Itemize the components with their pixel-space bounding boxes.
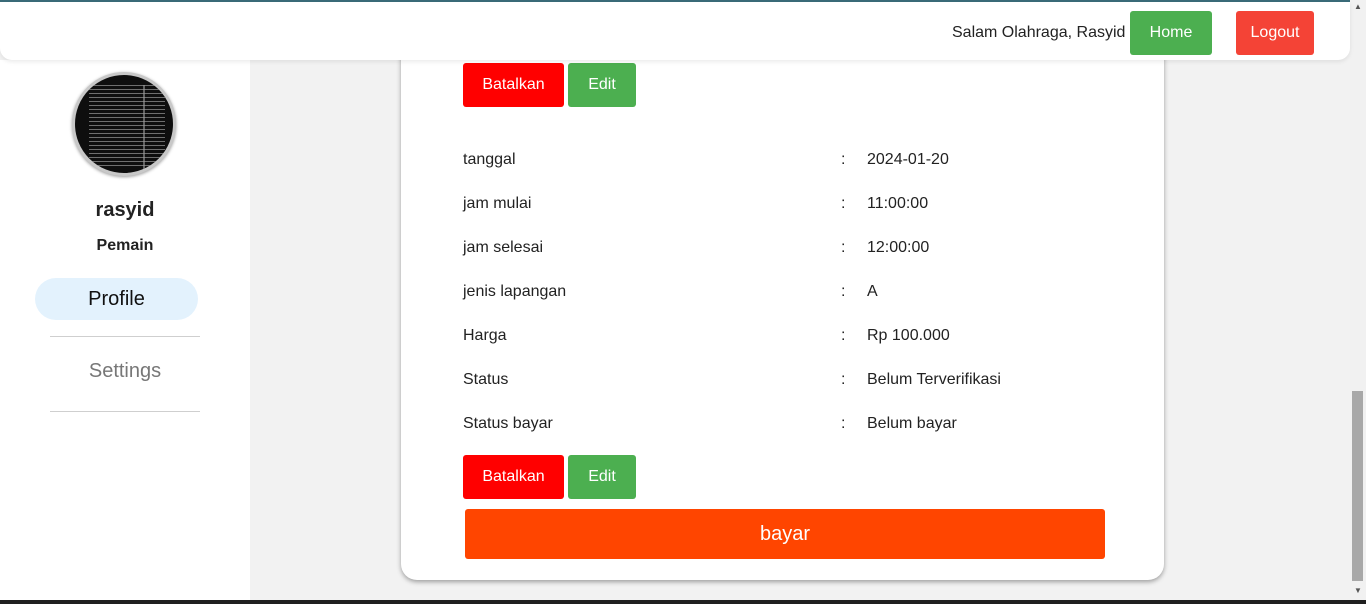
taskbar-edge xyxy=(0,600,1366,604)
detail-label: jenis lapangan xyxy=(463,283,567,300)
detail-row-status-bayar: Status bayar : Belum bayar xyxy=(463,415,1143,437)
vertical-scrollbar[interactable]: ▲ ▼ xyxy=(1350,0,1366,600)
detail-label: Harga xyxy=(463,327,507,344)
detail-value: Rp 100.000 xyxy=(867,327,950,344)
username: rasyid xyxy=(95,199,155,221)
detail-separator: : xyxy=(841,195,846,212)
detail-value: 2024-01-20 xyxy=(867,151,949,168)
user-role: Pemain xyxy=(96,237,154,254)
scrollbar-thumb[interactable] xyxy=(1352,391,1363,581)
booking-card: Batalkan Edit tanggal : 2024-01-20 jam m… xyxy=(401,40,1164,580)
avatar-image xyxy=(89,85,165,169)
detail-separator: : xyxy=(841,371,846,388)
detail-row-jenis-lapangan: jenis lapangan : A xyxy=(463,283,1143,305)
pay-button[interactable]: bayar xyxy=(465,509,1105,559)
detail-separator: : xyxy=(841,415,846,432)
detail-row-tanggal: tanggal : 2024-01-20 xyxy=(463,151,1143,173)
detail-label: jam mulai xyxy=(463,195,532,212)
avatar xyxy=(72,72,176,176)
edit-button[interactable]: Edit xyxy=(568,455,636,499)
cancel-button-top[interactable]: Batalkan xyxy=(463,63,564,107)
sidebar: rasyid Pemain Profile Settings xyxy=(0,60,250,600)
sidebar-divider xyxy=(50,411,200,412)
home-button[interactable]: Home xyxy=(1130,11,1212,55)
detail-value: 11:00:00 xyxy=(867,195,929,212)
detail-value: 12:00:00 xyxy=(867,239,930,256)
edit-button-top[interactable]: Edit xyxy=(568,63,636,107)
detail-label: Status bayar xyxy=(463,415,553,432)
sidebar-item-settings[interactable]: Settings xyxy=(50,360,200,383)
detail-value: Belum Terverifikasi xyxy=(867,371,1001,388)
detail-separator: : xyxy=(841,239,846,256)
detail-row-jam-selesai: jam selesai : 12:00:00 xyxy=(463,239,1143,261)
detail-label: tanggal xyxy=(463,151,516,168)
detail-separator: : xyxy=(841,151,846,168)
top-navbar: Salam Olahraga, Rasyid Home Logout xyxy=(0,2,1350,60)
greeting-text: Salam Olahraga, Rasyid xyxy=(952,24,1126,41)
cancel-button[interactable]: Batalkan xyxy=(463,455,564,499)
detail-separator: : xyxy=(841,327,846,344)
detail-value: Belum bayar xyxy=(867,415,957,432)
detail-separator: : xyxy=(841,283,846,300)
scroll-up-arrow-icon[interactable]: ▲ xyxy=(1350,0,1366,14)
detail-row-jam-mulai: jam mulai : 11:00:00 xyxy=(463,195,1143,217)
detail-label: jam selesai xyxy=(463,239,544,256)
sidebar-item-profile[interactable]: Profile xyxy=(35,278,198,320)
logout-button[interactable]: Logout xyxy=(1236,11,1314,55)
scroll-down-arrow-icon[interactable]: ▼ xyxy=(1350,584,1366,598)
sidebar-divider xyxy=(50,336,200,337)
detail-label: Status xyxy=(463,371,509,388)
detail-row-status: Status : Belum Terverifikasi xyxy=(463,371,1143,393)
detail-value: A xyxy=(867,283,878,300)
detail-row-harga: Harga : Rp 100.000 xyxy=(463,327,1143,349)
